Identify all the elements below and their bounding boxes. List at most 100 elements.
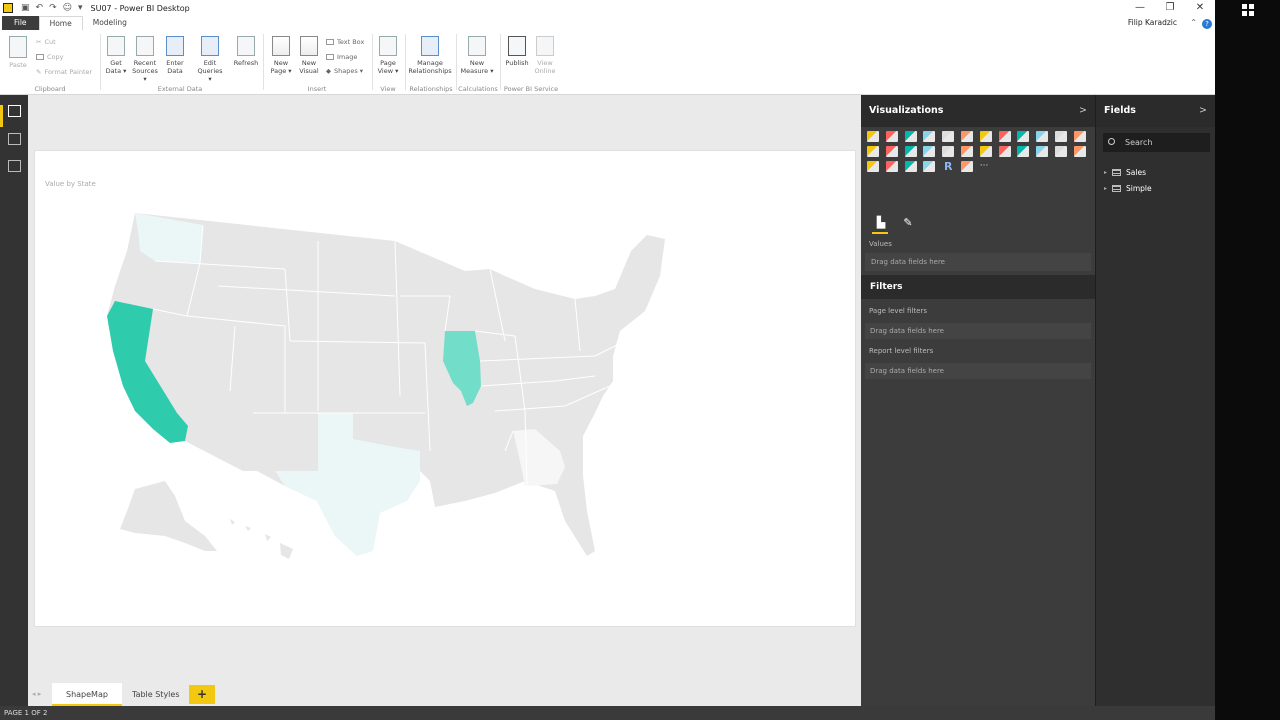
text-box-button[interactable]: Text Box	[326, 38, 364, 46]
values-well: Values Drag data fields here	[861, 235, 1095, 271]
windows-taskbar	[1215, 0, 1280, 720]
line-clustered-visual-icon[interactable]	[1054, 131, 1067, 142]
tab-table-styles[interactable]: Table Styles	[118, 683, 194, 706]
qat-dropdown-icon[interactable]: ▾	[78, 3, 83, 13]
fields-title: Fields	[1104, 105, 1136, 116]
save-icon[interactable]: ▣	[21, 3, 30, 13]
group-label-relationships: Relationships	[409, 85, 453, 93]
shapes-button[interactable]: ◆ Shapes ▾	[326, 67, 363, 75]
image-button[interactable]: Image	[326, 53, 357, 61]
new-measure-button[interactable]: New Measure ▾	[459, 36, 495, 75]
visualizations-title: Visualizations	[869, 105, 944, 116]
fields-search-input[interactable]: Search	[1103, 133, 1210, 152]
gauge-visual-icon[interactable]	[1017, 146, 1030, 157]
fields-tab-icon[interactable]: ▙	[875, 217, 887, 229]
user-name[interactable]: Filip Karadzic	[1128, 16, 1177, 30]
page-filters-drop-zone[interactable]: Drag data fields here	[865, 323, 1091, 339]
values-drop-zone[interactable]: Drag data fields here	[865, 253, 1091, 271]
publish-icon	[508, 36, 526, 56]
report-page[interactable]: Value by State	[34, 150, 856, 627]
add-page-button[interactable]: +	[189, 685, 215, 704]
view-online-button[interactable]: View Online	[531, 36, 559, 75]
format-paint-roller-icon[interactable]: ✎	[902, 217, 914, 229]
tab-file[interactable]: File	[2, 16, 39, 30]
left-navigation	[0, 95, 28, 706]
clustered-bar-visual-icon[interactable]	[904, 131, 917, 142]
report-view-icon[interactable]	[8, 105, 21, 117]
multi-row-card-visual-icon[interactable]	[1054, 146, 1067, 157]
get-data-button[interactable]: Get Data ▾	[102, 36, 130, 75]
brush-icon: ✎	[36, 68, 42, 76]
card-visual-icon[interactable]	[1036, 146, 1049, 157]
windows-logo-icon[interactable]	[1242, 4, 1254, 16]
undo-icon[interactable]: ↶	[36, 3, 44, 13]
slicer-visual-icon[interactable]	[867, 161, 879, 172]
collapse-fields-icon[interactable]: >	[1199, 95, 1207, 127]
shapes-icon: ◆	[326, 67, 331, 75]
kpi-visual-icon[interactable]	[1073, 146, 1086, 157]
line-column-visual-icon[interactable]	[1036, 131, 1049, 142]
page-view-button[interactable]: Page View ▾	[374, 36, 402, 75]
map-visual-icon[interactable]	[960, 146, 973, 157]
field-table-simple[interactable]: ▸ Simple	[1104, 184, 1152, 193]
recent-sources-button[interactable]: Recent Sources ▾	[131, 36, 159, 83]
more-visuals-visual-icon[interactable]: ···	[980, 161, 992, 172]
donut-visual-icon[interactable]	[923, 146, 936, 157]
format-painter-button[interactable]: ✎ Format Painter	[36, 68, 92, 76]
database-icon	[107, 36, 125, 56]
100-bar-visual-icon[interactable]	[942, 131, 955, 142]
report-level-filters-label: Report level filters	[869, 347, 934, 355]
smiley-icon[interactable]: ☺	[63, 3, 72, 13]
manage-relationships-button[interactable]: Manage Relationships	[407, 36, 453, 75]
table-visual-icon[interactable]	[885, 161, 898, 172]
restore-button[interactable]: ❐	[1155, 0, 1185, 16]
refresh-button[interactable]: Refresh	[232, 36, 260, 67]
line-visual-icon[interactable]	[979, 131, 992, 142]
visual-tool-tabs: ▙ ✎	[861, 211, 1095, 235]
page-nav-arrows[interactable]: ◂ ▸	[32, 683, 41, 706]
stacked-bar-visual-icon[interactable]	[867, 131, 879, 142]
ribbon-visual-icon[interactable]	[1073, 131, 1086, 142]
minimize-button[interactable]: —	[1125, 0, 1155, 16]
100-column-visual-icon[interactable]	[960, 131, 973, 142]
scatter-visual-icon[interactable]	[885, 146, 898, 157]
copy-button[interactable]: Copy	[36, 53, 64, 61]
matrix-visual-icon[interactable]	[904, 161, 917, 172]
edit-queries-button[interactable]: Edit Queries ▾	[196, 36, 224, 83]
report-filters-drop-zone[interactable]: Drag data fields here	[865, 363, 1091, 379]
funnel-visual-icon[interactable]	[998, 146, 1011, 157]
pie-visual-icon[interactable]	[904, 146, 917, 157]
shape-map-visual-icon[interactable]	[923, 161, 936, 172]
expand-icon[interactable]: ▸	[1104, 185, 1107, 192]
close-button[interactable]: ✕	[1185, 0, 1215, 16]
enter-data-button[interactable]: Enter Data	[161, 36, 189, 75]
waterfall-visual-icon[interactable]	[867, 146, 879, 157]
new-visual-button[interactable]: New Visual	[295, 36, 323, 75]
collapse-ribbon-icon[interactable]: ⌃	[1190, 16, 1197, 30]
publish-button[interactable]: Publish	[503, 36, 531, 67]
clustered-column-visual-icon[interactable]	[923, 131, 936, 142]
field-table-sales[interactable]: ▸ Sales	[1104, 168, 1146, 177]
stacked-area-visual-icon[interactable]	[1017, 131, 1030, 142]
page-level-filters-label: Page level filters	[869, 307, 927, 315]
help-icon[interactable]: ?	[1202, 19, 1212, 29]
group-label-insert: Insert	[307, 85, 327, 93]
new-page-button[interactable]: New Page ▾	[267, 36, 295, 75]
redo-icon[interactable]: ↷	[49, 3, 57, 13]
collapse-visualizations-icon[interactable]: >	[1079, 95, 1087, 127]
shape-map-visual[interactable]	[35, 151, 857, 628]
r-script-visual-icon[interactable]: R	[942, 161, 954, 172]
data-view-icon[interactable]	[8, 133, 21, 145]
globe-visual-icon[interactable]	[960, 161, 973, 172]
tab-modeling[interactable]: Modeling	[83, 16, 137, 30]
stacked-column-visual-icon[interactable]	[885, 131, 898, 142]
treemap-visual-icon[interactable]	[942, 146, 955, 157]
area-visual-icon[interactable]	[998, 131, 1011, 142]
expand-icon[interactable]: ▸	[1104, 169, 1107, 176]
cut-button[interactable]: ✂ Cut	[36, 38, 56, 46]
paste-button[interactable]: Paste	[4, 36, 32, 69]
tab-home[interactable]: Home	[38, 16, 83, 30]
relationships-view-icon[interactable]	[8, 160, 21, 172]
filled-map-visual-icon[interactable]	[979, 146, 992, 157]
tab-shapemap[interactable]: ShapeMap	[52, 683, 122, 706]
